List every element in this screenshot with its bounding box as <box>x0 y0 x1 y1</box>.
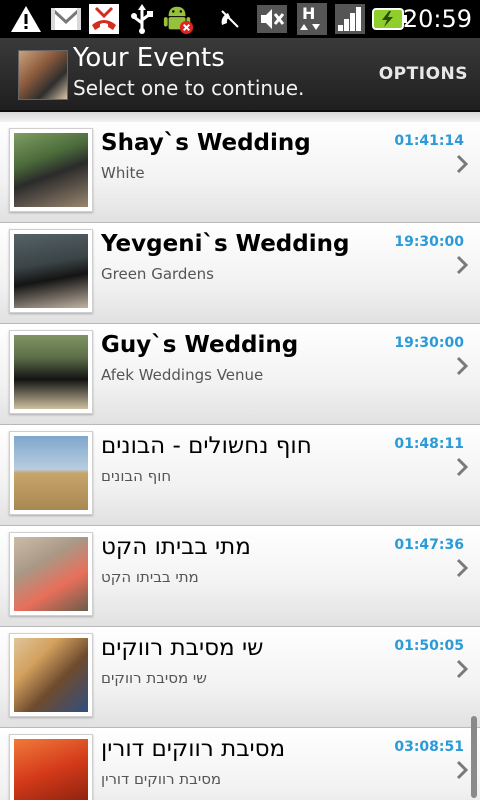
chevron-right-icon <box>456 558 469 578</box>
event-location: Green Gardens <box>101 265 214 283</box>
svg-text:H: H <box>302 4 315 23</box>
android-debug-icon <box>162 3 194 35</box>
chevron-right-icon <box>456 154 469 174</box>
list-scrollbar[interactable] <box>471 716 477 798</box>
event-row-shay-bachelor[interactable]: שי מסיבת רווקים שי מסיבת רווקים 01:50:05 <box>0 627 480 728</box>
event-thumbnail <box>9 532 93 616</box>
event-row-dorin-bachelor[interactable]: מסיבת רווקים דורין מסיבת רווקים דורין 03… <box>0 728 480 800</box>
event-time: 01:41:14 <box>394 133 464 149</box>
event-row-mati-home[interactable]: מתי בביתו הקט מתי בביתו הקט 01:47:36 <box>0 526 480 627</box>
chevron-right-icon <box>456 760 469 780</box>
event-location: מסיבת רווקים דורין <box>101 770 222 788</box>
mute-icon <box>214 3 246 35</box>
event-title: Guy`s Wedding <box>101 332 299 358</box>
missed-call-icon <box>88 3 120 35</box>
event-thumbnail <box>9 229 93 313</box>
event-title: מתי בביתו הקט <box>101 534 251 560</box>
event-location: מתי בביתו הקט <box>101 568 199 586</box>
event-location: שי מסיבת רווקים <box>101 669 207 687</box>
chevron-right-icon <box>456 457 469 477</box>
event-time: 01:47:36 <box>394 537 464 553</box>
event-thumbnail <box>9 633 93 717</box>
list-top-spacer <box>0 112 480 122</box>
page-subtitle: Select one to continue. <box>73 76 305 100</box>
event-time: 19:30:00 <box>394 234 464 250</box>
event-time: 01:48:11 <box>394 436 464 452</box>
title-bar: Your Events Select one to continue. OPTI… <box>0 38 480 112</box>
event-title: Shay`s Wedding <box>101 130 311 156</box>
event-thumbnail <box>9 734 93 800</box>
event-row-beach-habonim[interactable]: חוף נחשולים - הבונים חוף הבונים 01:48:11 <box>0 425 480 526</box>
event-row-shays-wedding[interactable]: Shay`s Wedding White 01:41:14 <box>0 122 480 223</box>
event-location: White <box>101 164 145 182</box>
hspa-data-icon: H <box>296 3 328 35</box>
event-row-guys-wedding[interactable]: Guy`s Wedding Afek Weddings Venue 19:30:… <box>0 324 480 425</box>
event-thumbnail <box>9 330 93 414</box>
chevron-right-icon <box>456 659 469 679</box>
usb-icon <box>126 3 158 35</box>
event-time: 19:30:00 <box>394 335 464 351</box>
event-title: Yevgeni`s Wedding <box>101 231 350 257</box>
event-location: חוף הבונים <box>101 467 172 485</box>
event-title: חוף נחשולים - הבונים <box>101 433 312 459</box>
event-title: מסיבת רווקים דורין <box>101 736 286 762</box>
event-time: 01:50:05 <box>394 638 464 654</box>
page-title: Your Events <box>73 43 225 73</box>
signal-icon <box>334 3 366 35</box>
options-button[interactable]: OPTIONS <box>379 38 468 110</box>
events-list[interactable]: Shay`s Wedding White 01:41:14 Yevgeni`s … <box>0 112 480 800</box>
event-title: שי מסיבת רווקים <box>101 635 264 661</box>
event-row-yevgenis-wedding[interactable]: Yevgeni`s Wedding Green Gardens 19:30:00 <box>0 223 480 324</box>
status-time: 20:59 <box>402 5 472 33</box>
gmail-icon <box>50 3 82 35</box>
chevron-right-icon <box>456 356 469 376</box>
profile-avatar <box>18 50 68 100</box>
event-thumbnail <box>9 431 93 515</box>
status-bar: H 20:59 <box>0 0 480 38</box>
warning-icon <box>10 3 42 35</box>
event-thumbnail <box>9 128 93 212</box>
event-location: Afek Weddings Venue <box>101 366 264 384</box>
event-time: 03:08:51 <box>394 739 464 755</box>
chevron-right-icon <box>456 255 469 275</box>
speaker-mute-icon <box>256 3 288 35</box>
